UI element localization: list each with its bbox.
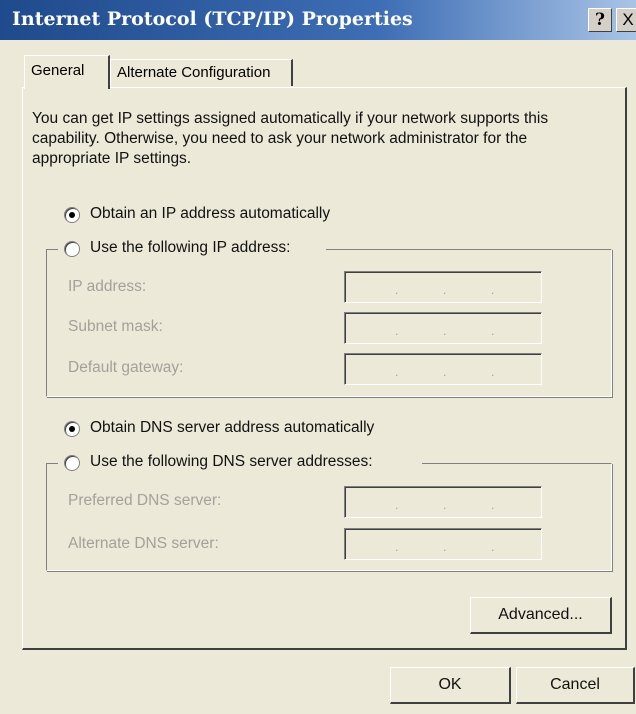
ok-button[interactable]: OK xyxy=(390,667,511,704)
advanced-button[interactable]: Advanced... xyxy=(470,597,612,634)
help-button[interactable]: ? xyxy=(588,8,612,32)
ip-address-label: IP address: xyxy=(68,278,147,295)
default-gateway-label: Default gateway: xyxy=(68,359,184,376)
cancel-button[interactable]: Cancel xyxy=(516,667,635,704)
preferred-dns-label: Preferred DNS server: xyxy=(68,492,222,509)
default-gateway-field[interactable]: ... xyxy=(344,353,542,385)
obtain-dns-auto-label[interactable]: Obtain DNS server address automatically xyxy=(90,419,374,437)
use-following-ip-label[interactable]: Use the following IP address: xyxy=(90,239,290,257)
use-following-ip-radio[interactable] xyxy=(64,241,80,257)
preferred-dns-field[interactable]: ... xyxy=(344,486,542,518)
tab-alternate-configuration[interactable]: Alternate Configuration xyxy=(110,59,293,86)
ip-address-field[interactable]: ... xyxy=(344,271,542,303)
window-title: Internet Protocol (TCP/IP) Properties xyxy=(12,8,413,30)
tab-general[interactable]: General xyxy=(24,55,110,89)
tcpip-properties-dialog: Internet Protocol (TCP/IP) Properties ? … xyxy=(0,0,636,714)
subnet-mask-field[interactable]: ... xyxy=(344,312,542,344)
use-following-dns-label[interactable]: Use the following DNS server addresses: xyxy=(90,453,373,471)
description-text: You can get IP settings assigned automat… xyxy=(32,110,549,167)
title-bar[interactable]: Internet Protocol (TCP/IP) Properties ? … xyxy=(0,0,636,40)
close-button[interactable]: X xyxy=(616,8,636,32)
subnet-mask-label: Subnet mask: xyxy=(68,318,163,335)
obtain-ip-auto-label[interactable]: Obtain an IP address automatically xyxy=(90,205,330,223)
obtain-ip-auto-radio[interactable] xyxy=(64,207,80,223)
use-following-dns-radio[interactable] xyxy=(64,455,80,471)
alternate-dns-label: Alternate DNS server: xyxy=(68,535,219,552)
alternate-dns-field[interactable]: ... xyxy=(344,528,542,560)
obtain-dns-auto-radio[interactable] xyxy=(64,421,80,437)
